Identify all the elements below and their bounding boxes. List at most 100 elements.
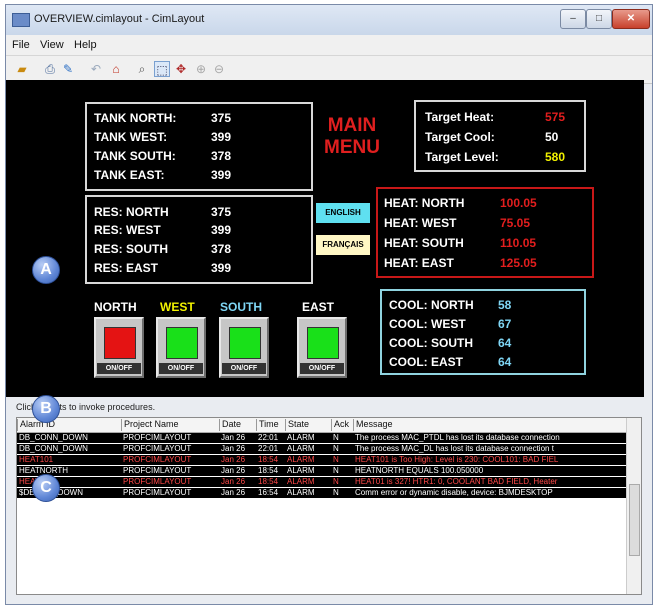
cool-west-value: 67 <box>498 317 512 331</box>
res-east-label: RES: EAST <box>94 261 159 275</box>
cell-time: 18:54 <box>258 477 279 486</box>
res-north-label: RES: NORTH <box>94 205 169 219</box>
tank-panel: TANK NORTH: 375 TANK WEST: 399 TANK SOUT… <box>85 102 313 191</box>
target-heat-label: Target Heat: <box>425 110 495 124</box>
select-tool-icon[interactable]: ⬚ <box>154 61 170 77</box>
column-alarm-id[interactable]: Alarm ID <box>17 419 121 431</box>
cell-message: HEAT01 is 327! HTR1: 0, COOLANT BAD FIEL… <box>355 477 558 486</box>
onoff-button-east[interactable]: ON/OFF <box>297 317 347 378</box>
cool-east-label: COOL: EAST <box>389 355 463 369</box>
table-row[interactable]: HEAT01PROFCIMLAYOUTJan 2618:54ALARMNHEAT… <box>17 477 627 487</box>
heat-east-label: HEAT: EAST <box>384 256 454 270</box>
table-row[interactable]: DB_CONN_DOWN PROFCIMLAYOUT Jan 26 22:01 ALAR… <box>17 433 627 443</box>
window-title: OVERVIEW.cimlayout - CimLayout <box>34 13 205 25</box>
heat-east-value: 125.05 <box>500 256 537 270</box>
column-project-name[interactable]: Project Name <box>121 419 219 431</box>
target-heat-value: 575 <box>545 110 566 124</box>
cell-id: HEAT101 <box>19 455 54 464</box>
column-state[interactable]: State <box>285 419 331 431</box>
properties-icon[interactable]: ✎ <box>60 61 76 77</box>
tank-east-label: TANK EAST: <box>94 168 165 182</box>
callout-marker-a: A <box>32 256 60 284</box>
cell-ack: N <box>333 466 339 475</box>
main-menu-link[interactable]: MAIN MENU <box>324 115 380 159</box>
heat-north-label: HEAT: NORTH <box>384 196 465 210</box>
column-date[interactable]: Date <box>219 419 256 431</box>
callout-marker-b: B <box>32 395 60 423</box>
res-south-value: 378 <box>211 242 232 256</box>
search-icon[interactable]: ⌕ <box>134 61 150 77</box>
home-icon[interactable]: ⌂ <box>108 61 124 77</box>
scrollbar-thumb[interactable] <box>629 484 640 556</box>
status-bar: Click objects to invoke procedures. <box>6 398 644 416</box>
tank-east-value: 399 <box>211 168 232 182</box>
cell-time: 18:54 <box>258 466 279 475</box>
status-lamp-south <box>229 327 261 359</box>
cell-id: DB_CONN_DOWN <box>19 444 88 453</box>
cool-west-label: COOL: WEST <box>389 317 466 331</box>
status-lamp-east <box>307 327 339 359</box>
heat-south-value: 110.05 <box>500 236 537 250</box>
onoff-label: ON/OFF <box>222 363 266 374</box>
cell-state: ALARM <box>287 477 315 486</box>
english-button[interactable]: ENGLISH <box>316 203 370 223</box>
column-message[interactable]: Message <box>353 419 627 431</box>
heat-north-value: 100.05 <box>500 196 537 210</box>
cell-project: PROFCIMLAYOUT <box>123 455 192 464</box>
cell-state: ALARM <box>287 444 315 453</box>
undo-arrow-icon[interactable]: ↶ <box>88 61 104 77</box>
table-row[interactable]: HEATNORTH PROFCIMLAYOUT Jan 26 18:54 ALARM N H… <box>17 466 627 476</box>
cell-state: ALARM <box>287 466 315 475</box>
direction-south-label: SOUTH <box>220 300 262 314</box>
table-row[interactable]: HEAT101 PROFCIMLAYOUT Jan 26 18:54 ALARM N HEA… <box>17 455 627 465</box>
cell-time: 22:01 <box>258 444 279 453</box>
menu-help[interactable]: Help <box>74 39 97 51</box>
onoff-button-west[interactable]: ON/OFF <box>156 317 206 378</box>
cell-ack: N <box>333 488 339 497</box>
pan-tool-icon[interactable]: ✥ <box>173 61 189 77</box>
minimize-button[interactable]: – <box>560 9 586 29</box>
print-preview-icon[interactable]: ⎙ <box>42 61 58 77</box>
cell-state: ALARM <box>287 488 315 497</box>
open-folder-icon[interactable]: ▰ <box>14 61 30 77</box>
direction-west-label: WEST <box>160 300 195 314</box>
alarm-table: Alarm ID Project Name Date Time State Ac… <box>16 417 642 595</box>
cool-east-value: 64 <box>498 355 512 369</box>
vertical-scrollbar[interactable] <box>626 418 641 594</box>
cool-north-value: 58 <box>498 298 512 312</box>
cool-north-label: COOL: NORTH <box>389 298 474 312</box>
column-ack[interactable]: Ack <box>331 419 353 431</box>
target-panel: Target Heat: 575 Target Cool: 50 Target … <box>414 100 586 172</box>
onoff-button-north[interactable]: ON/OFF <box>94 317 144 378</box>
onoff-label: ON/OFF <box>97 363 141 374</box>
menu-view[interactable]: View <box>40 39 64 51</box>
tank-south-value: 378 <box>211 149 232 163</box>
close-button[interactable]: ✕ <box>612 9 650 29</box>
cell-project: PROFCIMLAYOUT <box>123 466 192 475</box>
target-level-label: Target Level: <box>425 150 499 164</box>
cell-date: Jan 26 <box>221 477 246 486</box>
title-bar[interactable]: OVERVIEW.cimlayout - CimLayout – □ ✕ <box>6 5 652 35</box>
cell-time: 18:54 <box>258 455 279 464</box>
res-south-label: RES: SOUTH <box>94 242 169 256</box>
zoom-in-icon[interactable]: ⊕ <box>193 61 209 77</box>
res-west-value: 399 <box>211 223 232 237</box>
column-time[interactable]: Time <box>256 419 285 431</box>
cell-date: Jan 26 <box>221 433 246 442</box>
cool-panel: COOL: NORTH 58 COOL: WEST 67 COOL: SOUTH… <box>380 289 586 375</box>
menu-file[interactable]: File <box>12 39 30 51</box>
onoff-button-south[interactable]: ON/OFF <box>219 317 269 378</box>
table-row[interactable]: $DEVICE_DOWNPROFCIMLAYOUTJan 2616:54ALAR… <box>17 488 627 498</box>
status-lamp-north <box>104 327 136 359</box>
zoom-out-icon[interactable]: ⊖ <box>211 61 227 77</box>
heat-panel: HEAT: NORTH 100.05 HEAT: WEST 75.05 HEAT… <box>376 187 594 278</box>
francais-button[interactable]: FRANÇAIS <box>316 235 370 255</box>
res-east-value: 399 <box>211 261 232 275</box>
main-menu-line1: MAIN <box>327 115 377 136</box>
table-row[interactable]: DB_CONN_DOWN PROFCIMLAYOUT Jan 26 22:01 ALAR… <box>17 444 627 454</box>
heat-west-label: HEAT: WEST <box>384 216 457 230</box>
cell-date: Jan 26 <box>221 455 246 464</box>
maximize-button[interactable]: □ <box>586 9 612 29</box>
target-cool-label: Target Cool: <box>425 130 495 144</box>
tank-north-value: 375 <box>211 111 232 125</box>
